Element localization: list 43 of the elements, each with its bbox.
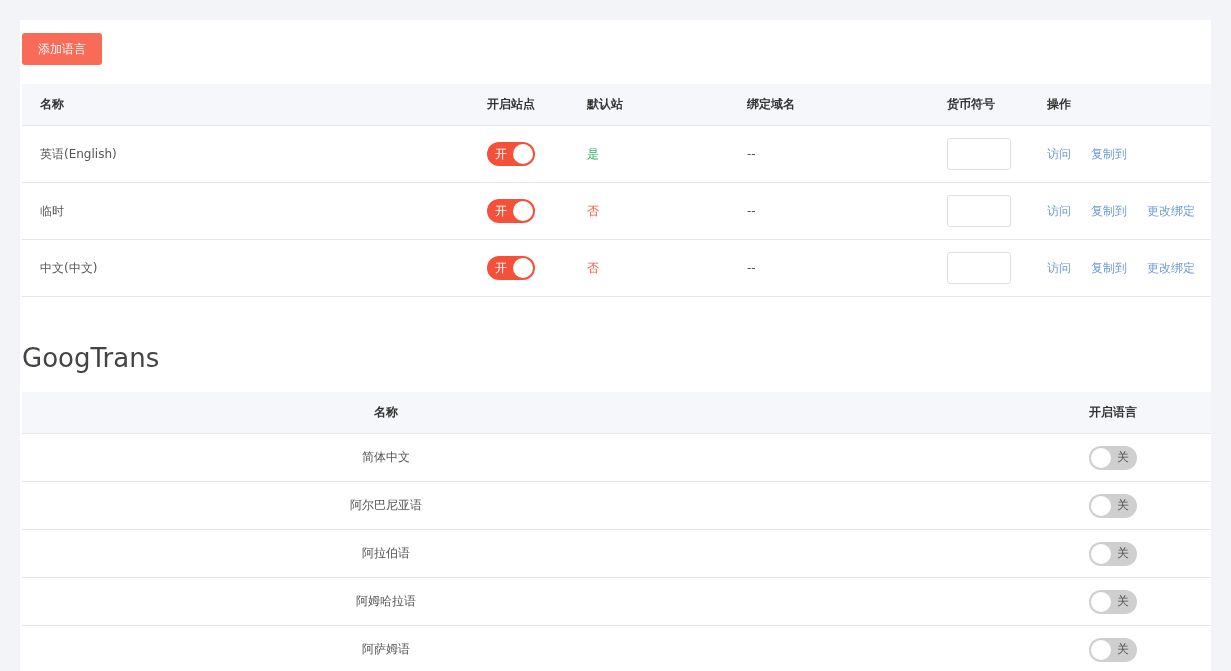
toggle-switch[interactable]: 开 — [487, 199, 535, 223]
language-name: 阿拉伯语 — [362, 545, 410, 562]
toggle-switch[interactable]: 开 — [487, 142, 535, 166]
action-link[interactable]: 访问 — [1047, 145, 1071, 163]
language-name: 英语(English) — [40, 145, 117, 163]
column-header: 绑定域名 — [747, 96, 795, 113]
default-status: 否 — [587, 202, 599, 220]
language-name: 中文(中文) — [40, 259, 98, 277]
domain-value: -- — [747, 261, 756, 275]
language-name: 阿姆哈拉语 — [356, 593, 416, 610]
add-language-button[interactable]: 添加语言 — [22, 33, 102, 65]
column-header: 操作 — [1047, 96, 1071, 113]
action-link[interactable]: 复制到 — [1091, 145, 1127, 163]
language-name: 简体中文 — [362, 449, 410, 466]
action-link[interactable]: 访问 — [1047, 259, 1071, 277]
currency-input[interactable] — [947, 195, 1011, 227]
action-link[interactable]: 复制到 — [1091, 259, 1127, 277]
default-status: 是 — [587, 145, 599, 163]
default-status: 否 — [587, 259, 599, 277]
toggle-switch[interactable]: 关 — [1089, 541, 1137, 566]
toggle-switch[interactable]: 关 — [1089, 637, 1137, 662]
column-header: 名称 — [374, 404, 398, 421]
domain-value: -- — [747, 204, 756, 218]
column-header: 开启语言 — [1089, 404, 1137, 421]
column-header: 开启站点 — [487, 96, 535, 113]
section-title: GoogTrans — [22, 342, 161, 375]
toggle-switch[interactable]: 开 — [487, 256, 535, 280]
column-header: 默认站 — [587, 96, 623, 113]
toggle-switch[interactable]: 关 — [1089, 589, 1137, 614]
column-header: 货币符号 — [947, 96, 995, 113]
language-name: 阿尔巴尼亚语 — [350, 497, 422, 514]
language-name: 临时 — [40, 202, 64, 220]
action-link[interactable]: 访问 — [1047, 202, 1071, 220]
toggle-switch[interactable]: 关 — [1089, 445, 1137, 470]
action-link[interactable]: 复制到 — [1091, 202, 1127, 220]
language-name: 阿萨姆语 — [362, 641, 410, 658]
column-header: 名称 — [40, 96, 64, 113]
action-link[interactable]: 更改绑定 — [1147, 259, 1195, 277]
domain-value: -- — [747, 147, 756, 161]
action-link[interactable]: 更改绑定 — [1147, 202, 1195, 220]
toggle-switch[interactable]: 关 — [1089, 493, 1137, 518]
currency-input[interactable] — [947, 138, 1011, 170]
currency-input[interactable] — [947, 252, 1011, 284]
